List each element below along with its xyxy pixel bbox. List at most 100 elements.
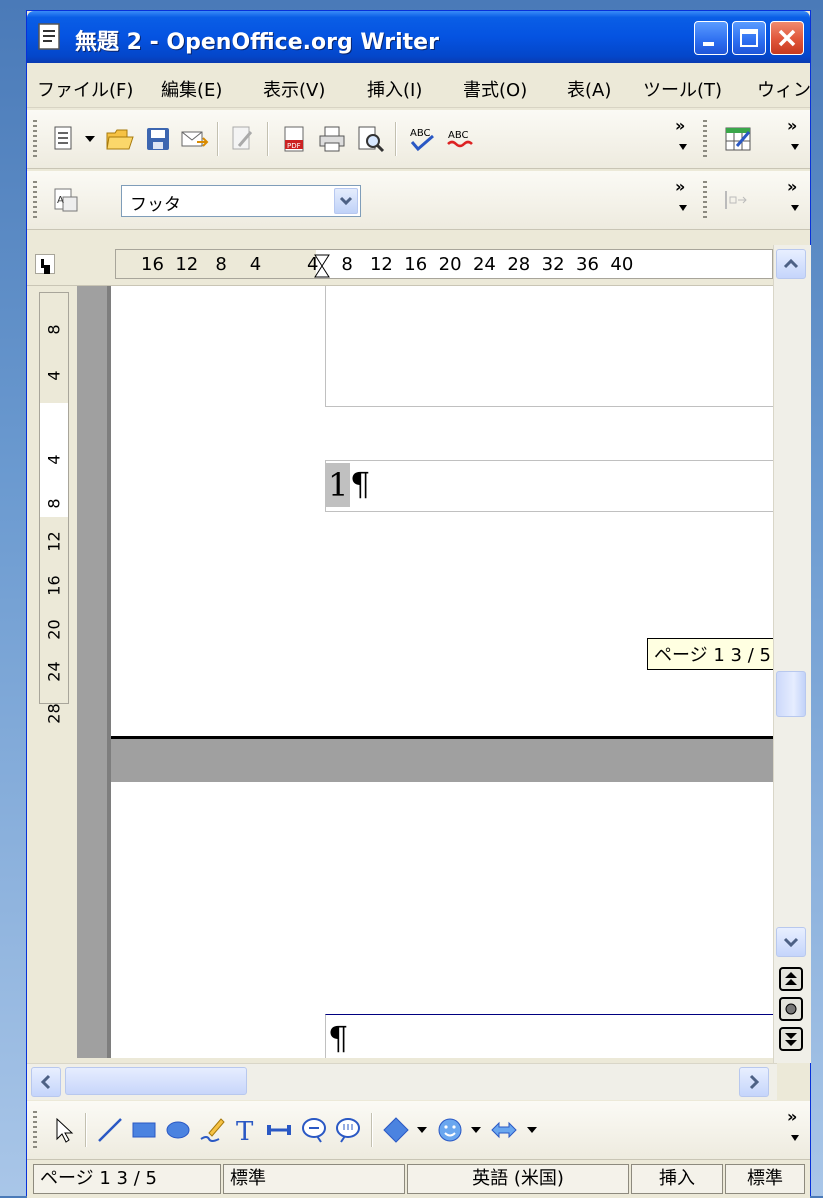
vruler-number: 8 [44,324,64,335]
new-document-icon[interactable] [49,124,79,154]
minimize-button[interactable] [694,21,728,55]
writer-app-icon[interactable] [37,23,63,51]
close-button[interactable] [770,21,804,55]
vruler-number: 4 [44,454,64,465]
save-icon[interactable] [143,124,173,154]
ellipse-icon[interactable] [163,1115,193,1145]
status-page-style[interactable]: 標準 [223,1164,405,1194]
email-icon[interactable] [179,124,209,154]
export-pdf-icon[interactable]: PDF [279,124,309,154]
chevron-up-icon [783,258,799,269]
text-icon[interactable]: T [231,1115,261,1145]
vertical-ruler[interactable]: 8 4 4 8 12 16 20 24 28 [27,286,77,1058]
scroll-up-button[interactable] [776,249,806,279]
status-selection-mode[interactable]: 標準 [725,1164,805,1194]
vruler-number: 20 [44,619,64,640]
toolbar2-overflow-icon[interactable]: » [787,177,797,196]
scroll-down-button[interactable] [776,927,806,957]
symbol-shape-dropdown[interactable] [471,1127,481,1133]
edit-file-icon[interactable] [227,124,257,154]
svg-text:T: T [236,1117,254,1145]
callout-icon[interactable] [299,1115,329,1145]
toolbar-grip[interactable] [33,120,37,158]
vertical-scrollbar[interactable] [773,245,811,1063]
page-number-field[interactable]: 1 [326,463,351,507]
page-number-value: 1 [328,466,349,504]
horizontal-ruler[interactable]: 16 12 8 4 4 8 12 16 20 24 28 32 36 40 [27,245,810,286]
toolbar-overflow-icon[interactable]: » [675,177,685,196]
comment-callout-icon[interactable] [333,1115,363,1145]
toolbar2-overflow-icon[interactable]: » [787,116,797,135]
maximize-button[interactable] [732,21,766,55]
page-1[interactable]: 1 ¶ ページ 1 3 / 5 [111,286,773,739]
title-bar[interactable]: 無題 2 - OpenOffice.org Writer [27,11,810,63]
header-area[interactable]: ¶ [325,1014,773,1058]
horizontal-scrollbar[interactable] [27,1063,777,1100]
status-insert-mode[interactable]: 挿入 [631,1164,723,1194]
drawing-toolbar-overflow-icon[interactable]: » [787,1107,797,1126]
spellcheck-icon[interactable]: ABC [407,124,437,154]
connector-icon[interactable] [265,1115,295,1145]
menu-format[interactable]: 書式(O) [463,76,527,102]
menu-edit[interactable]: 編集(E) [161,76,222,102]
smiley-icon[interactable] [435,1115,465,1145]
menu-window[interactable]: ウィン [757,76,811,102]
paragraph-style-select[interactable]: フッタ [121,185,361,217]
double-up-icon [785,972,797,985]
page-preview-icon[interactable] [355,124,385,154]
vruler-number: 4 [44,370,64,381]
document-area[interactable]: 1 ¶ ページ 1 3 / 5 ¶ [77,286,773,1058]
vertical-scroll-thumb[interactable] [776,671,806,717]
open-folder-icon[interactable] [105,124,135,154]
status-page[interactable]: ページ 1 3 / 5 [33,1164,221,1194]
new-dropdown-arrow[interactable] [85,136,95,142]
autospellcheck-icon[interactable]: ABC [445,124,475,154]
basic-shape-icon[interactable] [381,1115,411,1145]
tab-stop-type-icon[interactable] [35,254,55,274]
style-dropdown-button[interactable] [334,188,358,214]
print-icon[interactable] [317,124,347,154]
arrow-shape-dropdown[interactable] [527,1127,537,1133]
menu-tools[interactable]: ツール(T) [643,76,722,102]
vruler-number: 8 [44,498,64,509]
drawing-toolbar: T » [27,1101,810,1160]
chevron-right-icon [749,1074,760,1090]
navigator-button[interactable] [779,997,803,1021]
horizontal-scroll-thumb[interactable] [65,1067,247,1095]
menu-table[interactable]: 表(A) [567,76,611,102]
vruler-number: 24 [44,661,64,682]
toolbar-grip[interactable] [33,1111,37,1149]
svg-text:PDF: PDF [287,142,301,150]
styles-formatting-icon[interactable]: A [51,185,81,215]
page-2[interactable]: ¶ [111,782,773,1058]
line-icon[interactable] [95,1115,125,1145]
insert-frame-icon[interactable] [721,185,751,215]
freeform-icon[interactable] [197,1115,227,1145]
menu-bar: ファイル(F) 編集(E) 表示(V) 挿入(I) 書式(O) 表(A) ツール… [27,67,811,108]
status-bar: ページ 1 3 / 5 標準 英語 (米国) 挿入 標準 [27,1159,810,1198]
toolbar-grip[interactable] [33,181,37,219]
footer-area[interactable]: 1 ¶ [325,460,773,512]
menu-file[interactable]: ファイル(F) [37,76,133,102]
scroll-left-button[interactable] [31,1067,61,1097]
status-language[interactable]: 英語 (米国) [407,1164,629,1194]
next-page-button[interactable] [779,1027,803,1051]
toolbar-overflow-icon[interactable]: » [675,116,685,135]
previous-page-button[interactable] [779,967,803,991]
scroll-right-button[interactable] [739,1067,769,1097]
double-arrow-icon[interactable] [489,1115,519,1145]
basic-shape-dropdown[interactable] [417,1127,427,1133]
select-pointer-icon[interactable] [49,1115,79,1145]
close-icon [778,29,796,47]
navigation-circle-icon [785,1003,797,1015]
menu-view[interactable]: 表示(V) [263,76,325,102]
menu-insert[interactable]: 挿入(I) [367,76,422,102]
svg-text:ABC: ABC [410,128,431,139]
window-title: 無題 2 - OpenOffice.org Writer [75,30,439,55]
writer-window: 無題 2 - OpenOffice.org Writer ファイル(F) 編集(… [26,10,811,1198]
paragraph-mark: ¶ [350,465,371,503]
paragraph-style-value: フッタ [130,195,181,215]
rectangle-icon[interactable] [129,1115,159,1145]
page-tooltip: ページ 1 3 / 5 [647,638,773,670]
table-icon[interactable] [723,124,753,154]
